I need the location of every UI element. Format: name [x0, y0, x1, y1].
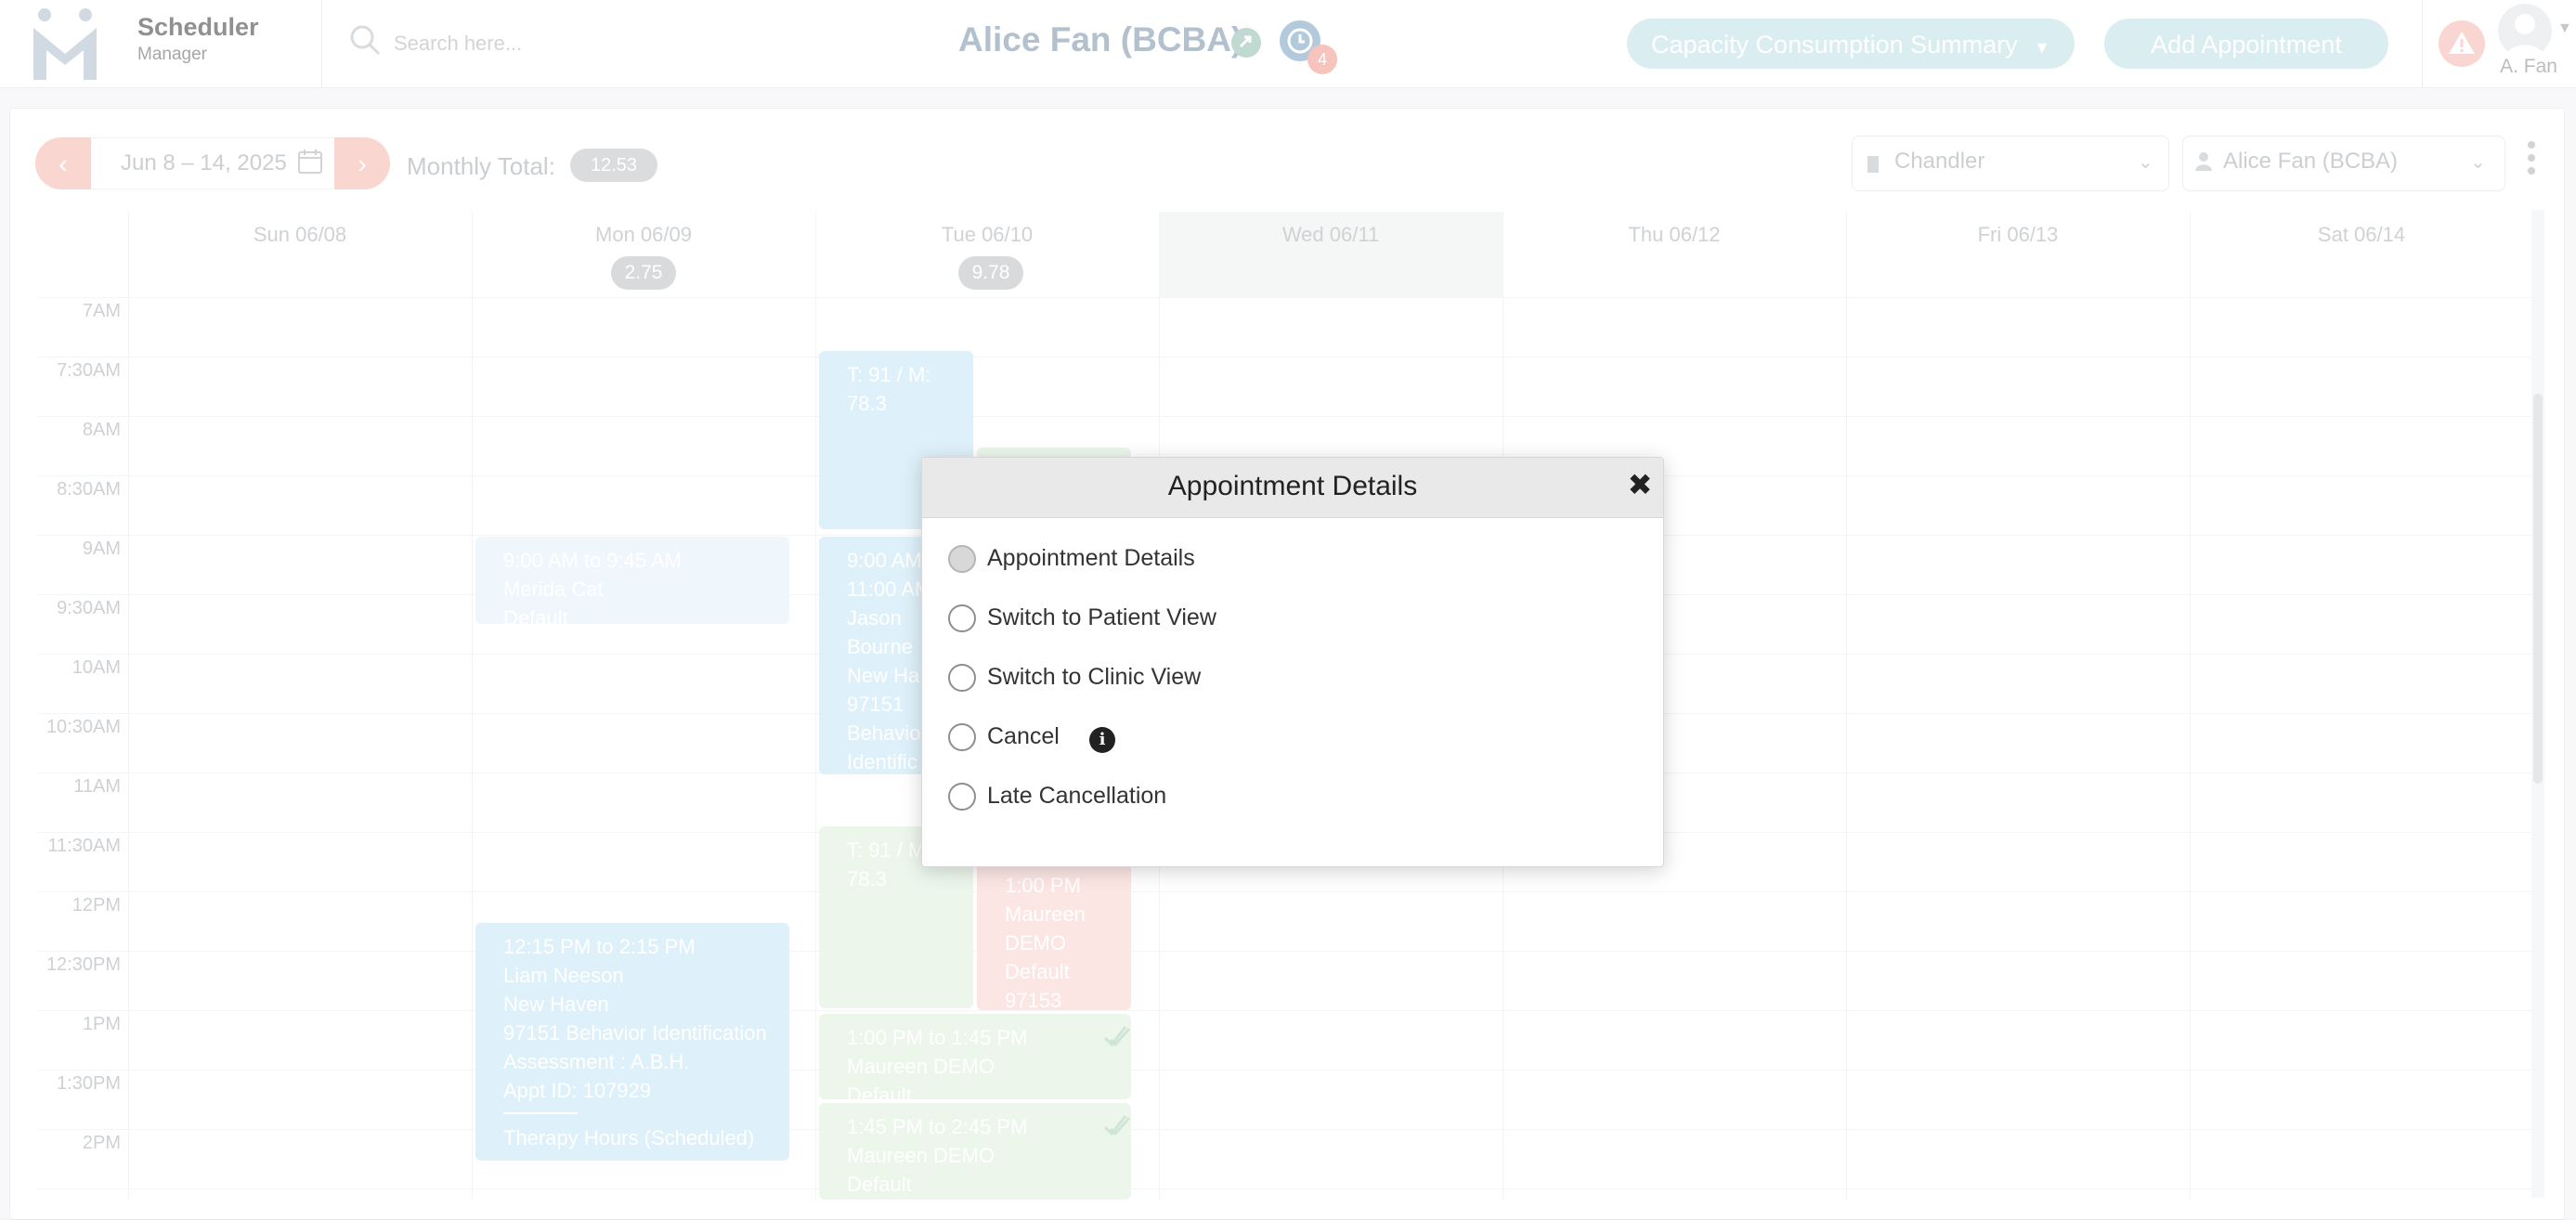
close-icon[interactable]: ✖: [1624, 467, 1656, 502]
radio-button[interactable]: [948, 664, 976, 692]
info-icon[interactable]: i: [1089, 727, 1115, 753]
radio-button[interactable]: [948, 723, 976, 751]
radio-button[interactable]: [948, 545, 976, 573]
radio-button[interactable]: [948, 604, 976, 632]
option-label: Appointment Details: [987, 545, 1195, 571]
option-label: Late Cancellation: [987, 783, 1167, 809]
dialog-title: Appointment Details: [1167, 471, 1418, 501]
appointment-details-dialog: Appointment Details ✖ Appointment Detail…: [921, 457, 1664, 867]
radio-button[interactable]: [948, 783, 976, 811]
option-label: Switch to Clinic View: [987, 664, 1202, 690]
dialog-header: Appointment Details ✖: [922, 458, 1663, 518]
option-label: Cancel: [987, 723, 1060, 749]
option-label: Switch to Patient View: [987, 604, 1216, 630]
